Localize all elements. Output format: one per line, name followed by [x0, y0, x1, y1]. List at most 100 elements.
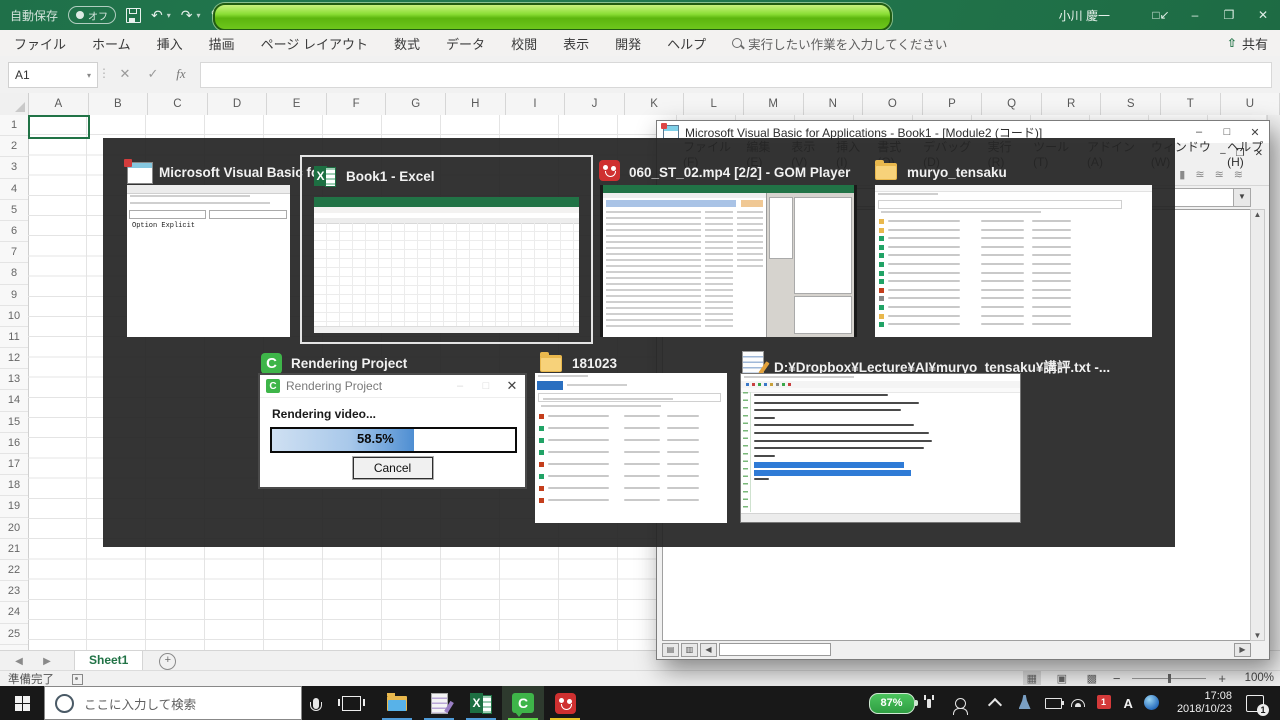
undo-dropdown-icon[interactable]: ▾ — [167, 11, 171, 20]
task-view-button[interactable] — [330, 686, 372, 720]
row-header-1[interactable]: 1 — [0, 115, 28, 136]
row-header-14[interactable]: 14 — [0, 390, 28, 411]
ime-globe-icon[interactable] — [1144, 695, 1160, 711]
vba-hscroll-thumb[interactable] — [719, 643, 831, 656]
vba-toolbar-icon[interactable]: ≊ — [1195, 168, 1204, 181]
vba-scroll-up-icon[interactable]: ▲ — [1254, 210, 1262, 219]
switcher-thumb-gom[interactable] — [600, 185, 857, 337]
column-header-P[interactable]: P — [923, 93, 983, 115]
column-header-S[interactable]: S — [1101, 93, 1161, 115]
tray-app-icon[interactable] — [1019, 695, 1035, 711]
column-header-A[interactable]: A — [29, 93, 89, 115]
column-header-Q[interactable]: Q — [982, 93, 1042, 115]
ribbon-tab-5[interactable]: 数式 — [394, 34, 420, 53]
wifi-icon[interactable] — [1071, 695, 1087, 711]
row-header-17[interactable]: 17 — [0, 454, 28, 475]
share-button[interactable]: ⇧ 共有 — [1227, 30, 1268, 56]
power-plug-icon[interactable] — [927, 699, 931, 708]
vba-split-button[interactable]: ▤ — [662, 643, 679, 657]
column-header-C[interactable]: C — [148, 93, 208, 115]
insert-function-icon[interactable]: fx — [168, 62, 194, 86]
zoom-slider[interactable] — [1132, 678, 1206, 679]
ribbon-tab-1[interactable]: ホーム — [92, 34, 131, 53]
taskbar-text-editor[interactable] — [418, 686, 460, 720]
redo-icon[interactable]: ↷ — [181, 8, 193, 22]
enter-entry-icon[interactable]: ✓ — [140, 62, 166, 86]
ribbon-tab-7[interactable]: 校閲 — [511, 34, 537, 53]
vba-toolbar-icon[interactable]: ≋ — [1234, 168, 1243, 181]
switcher-label-excel[interactable]: Book1 - Excel — [346, 169, 435, 184]
column-header-K[interactable]: K — [625, 93, 685, 115]
action-center-button[interactable]: 1 — [1246, 695, 1264, 712]
minimize-button[interactable]: – — [1178, 0, 1212, 30]
column-header-M[interactable]: M — [744, 93, 804, 115]
row-header-10[interactable]: 10 — [0, 306, 28, 327]
start-button[interactable] — [0, 686, 44, 720]
switcher-selected-box[interactable]: X Book1 - Excel — [300, 155, 593, 344]
column-header-E[interactable]: E — [267, 93, 327, 115]
row-header-6[interactable]: 6 — [0, 221, 28, 242]
row-header-16[interactable]: 16 — [0, 433, 28, 454]
column-header-U[interactable]: U — [1221, 93, 1280, 115]
column-header-H[interactable]: H — [446, 93, 506, 115]
row-header-18[interactable]: 18 — [0, 475, 28, 496]
row-header-24[interactable]: 24 — [0, 602, 28, 623]
voice-input-button[interactable] — [302, 686, 330, 720]
vba-horizontal-scrollbar[interactable]: ▤ ▥ ◀ ▶ — [662, 643, 1251, 656]
account-name[interactable]: 小川 慶一 — [1059, 7, 1110, 24]
column-header-T[interactable]: T — [1161, 93, 1221, 115]
sheet-tab-sheet1[interactable]: Sheet1 — [74, 651, 143, 672]
name-box-dropdown-icon[interactable]: ▾ — [87, 71, 91, 80]
row-header-20[interactable]: 20 — [0, 518, 28, 539]
ribbon-tab-8[interactable]: 表示 — [563, 34, 589, 53]
row-header-13[interactable]: 13 — [0, 369, 28, 390]
vba-child-minimize[interactable]: – — [1220, 148, 1226, 159]
battery-tray-icon[interactable] — [1045, 695, 1061, 711]
row-header-15[interactable]: 15 — [0, 412, 28, 433]
zoom-percentage[interactable]: 100% — [1238, 672, 1274, 684]
zoom-out-button[interactable]: − — [1113, 671, 1121, 686]
switcher-thumb-muryo[interactable] — [875, 185, 1152, 337]
close-button[interactable]: ✕ — [1246, 0, 1280, 30]
column-header-N[interactable]: N — [804, 93, 864, 115]
taskbar-excel[interactable]: X — [460, 686, 502, 720]
vba-child-restore[interactable]: ❐ — [1236, 148, 1245, 159]
switcher-thumb-excel[interactable] — [314, 197, 579, 333]
page-layout-view-button[interactable]: ▣ — [1053, 671, 1071, 685]
taskbar-gom-player[interactable] — [544, 686, 586, 720]
active-cell-a1[interactable] — [28, 115, 90, 139]
page-break-view-button[interactable]: ▩ — [1083, 671, 1101, 685]
zoom-slider-handle[interactable] — [1168, 674, 1171, 683]
sheet-nav-left-icon[interactable]: ◀ — [10, 656, 28, 667]
save-icon[interactable] — [126, 8, 141, 23]
formula-input[interactable] — [200, 62, 1272, 88]
normal-view-button[interactable]: ▦ — [1023, 671, 1041, 685]
row-header-23[interactable]: 23 — [0, 581, 28, 602]
dialog-close-icon[interactable]: ✕ — [499, 378, 525, 394]
ribbon-display-options-button[interactable]: □↙ — [1144, 0, 1178, 30]
row-header-22[interactable]: 22 — [0, 560, 28, 581]
people-icon[interactable] — [955, 698, 966, 709]
select-all-corner[interactable] — [0, 93, 29, 115]
sheet-nav-right-icon[interactable]: ▶ — [38, 656, 56, 667]
new-sheet-button[interactable]: + — [159, 653, 176, 670]
taskbar-clock[interactable]: 17:08 2018/10/23 — [1177, 690, 1232, 716]
column-header-D[interactable]: D — [208, 93, 268, 115]
cancel-button[interactable]: Cancel — [353, 457, 433, 479]
ribbon-tab-9[interactable]: 開発 — [615, 34, 641, 53]
taskbar-camtasia-active[interactable]: C — [502, 686, 544, 720]
row-header-9[interactable]: 9 — [0, 285, 28, 306]
ribbon-tab-0[interactable]: ファイル — [14, 34, 66, 53]
ribbon-tab-3[interactable]: 描画 — [209, 34, 235, 53]
undo-icon[interactable]: ↶ — [151, 8, 163, 22]
column-header-G[interactable]: G — [386, 93, 446, 115]
column-header-B[interactable]: B — [89, 93, 149, 115]
macro-record-icon[interactable] — [72, 674, 83, 685]
update-badge-icon[interactable]: 1 — [1097, 695, 1113, 711]
tell-me-search[interactable]: 実行したい作業を入力してください — [732, 34, 947, 53]
vba-scroll-down-icon[interactable]: ▼ — [1254, 631, 1262, 640]
battery-percent-indicator[interactable]: 87% — [869, 693, 915, 714]
switcher-thumb-181023[interactable] — [535, 373, 727, 523]
column-header-O[interactable]: O — [863, 93, 923, 115]
switcher-thumb-vba[interactable]: Option Explicit — [127, 185, 290, 337]
